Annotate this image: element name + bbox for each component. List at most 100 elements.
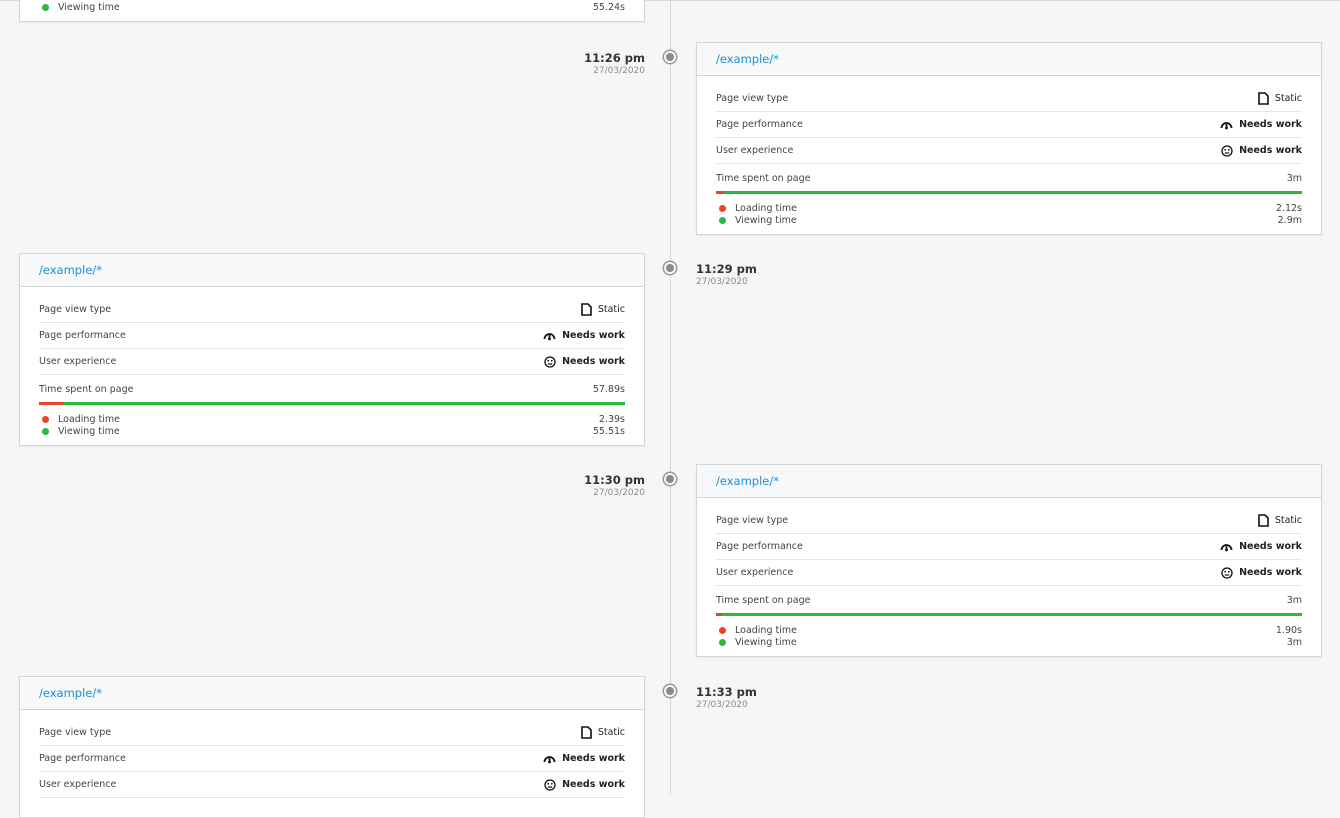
time-spent-value: 57.89s bbox=[592, 384, 625, 395]
viewing-dot-icon bbox=[42, 427, 49, 435]
legend-viewing-time: Viewing time 55.51s bbox=[39, 425, 625, 437]
page-view-type-value: Static bbox=[1274, 515, 1302, 526]
timeline-dot-icon bbox=[664, 685, 676, 697]
timeline-dot-icon bbox=[664, 262, 676, 274]
legend-viewing-time: Viewing time 2.9m bbox=[716, 214, 1302, 226]
pageview-card: /example/* Page view type Static Page pe… bbox=[696, 42, 1322, 235]
legend-viewing-time: Viewing time 3m bbox=[716, 636, 1302, 648]
page-url-link[interactable]: /example/* bbox=[39, 263, 102, 277]
timestamp-date: 27/03/2020 bbox=[593, 66, 645, 76]
document-icon bbox=[581, 303, 592, 316]
row-label: Page view type bbox=[39, 304, 112, 315]
user-experience-row: User experience Needs work bbox=[39, 772, 625, 798]
page-url-link[interactable]: /example/* bbox=[716, 474, 779, 488]
neutral-face-icon bbox=[544, 778, 556, 791]
time-spent-bar bbox=[716, 191, 1302, 194]
time-spent-row: Time spent on page 57.89s bbox=[39, 384, 625, 398]
card-header: /example/* bbox=[697, 43, 1321, 76]
timestamp-time: 11:26 pm bbox=[584, 51, 645, 65]
card-header: /example/* bbox=[697, 465, 1321, 498]
viewing-time-value: 55.24s bbox=[592, 1, 625, 13]
loading-time-value: 2.12s bbox=[1275, 202, 1302, 214]
timestamp-time: 11:30 pm bbox=[584, 473, 645, 487]
viewing-dot-icon bbox=[719, 216, 726, 224]
loading-segment bbox=[716, 191, 724, 194]
pageview-card: /example/* Page view type Static Page pe… bbox=[19, 253, 645, 446]
legend-label: Viewing time bbox=[735, 636, 797, 648]
timestamp: 11:33 pm 27/03/2020 bbox=[696, 685, 757, 712]
timestamp: 11:26 pm 27/03/2020 bbox=[584, 51, 645, 78]
loading-segment bbox=[716, 613, 723, 616]
page-view-type-value: Static bbox=[597, 727, 625, 738]
loading-time-value: 1.90s bbox=[1275, 624, 1302, 636]
timeline-axis bbox=[670, 0, 671, 795]
row-label: Page view type bbox=[716, 515, 789, 526]
timestamp: 11:30 pm 27/03/2020 bbox=[584, 473, 645, 500]
viewing-time-value: 55.51s bbox=[592, 425, 625, 437]
time-spent-row: Time spent on page 3m bbox=[716, 173, 1302, 187]
timeline-dot-icon bbox=[664, 473, 676, 485]
page-url-link[interactable]: /example/* bbox=[39, 686, 102, 700]
time-spent-bar bbox=[39, 402, 625, 405]
legend-label: Viewing time bbox=[58, 425, 120, 437]
viewing-dot-icon bbox=[42, 3, 49, 11]
loading-segment bbox=[39, 402, 64, 405]
legend-loading-time: Loading time 2.12s bbox=[716, 202, 1302, 214]
document-icon bbox=[1258, 92, 1269, 105]
page-view-type-row: Page view type Static bbox=[716, 86, 1302, 112]
page-performance-value: Needs work bbox=[562, 753, 625, 764]
row-label: Time spent on page bbox=[716, 595, 811, 606]
row-label: User experience bbox=[716, 145, 794, 156]
page-performance-row: Page performance Needs work bbox=[39, 746, 625, 772]
legend-viewing-time: Viewing time 55.24s bbox=[39, 1, 625, 13]
speedometer-icon bbox=[543, 756, 556, 764]
user-experience-value: Needs work bbox=[1239, 567, 1302, 578]
timestamp-time: 11:29 pm bbox=[696, 262, 757, 276]
timestamp-date: 27/03/2020 bbox=[593, 488, 645, 498]
loading-dot-icon bbox=[719, 204, 726, 212]
card-header: /example/* bbox=[20, 254, 644, 287]
neutral-face-icon bbox=[544, 355, 556, 368]
row-label: Page view type bbox=[39, 727, 112, 738]
card-header: /example/* bbox=[20, 677, 644, 710]
page-view-type-row: Page view type Static bbox=[39, 720, 625, 746]
row-label: Time spent on page bbox=[39, 384, 134, 395]
neutral-face-icon bbox=[1221, 144, 1233, 157]
row-label: Page view type bbox=[716, 93, 789, 104]
loading-time-value: 2.39s bbox=[598, 413, 625, 425]
legend-label: Loading time bbox=[735, 202, 797, 214]
row-label: Page performance bbox=[716, 541, 803, 552]
pageview-card: /example/* Page view type Static Page pe… bbox=[696, 464, 1322, 657]
viewing-dot-icon bbox=[719, 638, 726, 646]
page-view-type-row: Page view type Static bbox=[716, 508, 1302, 534]
loading-dot-icon bbox=[42, 415, 49, 423]
page-performance-row: Page performance Needs work bbox=[39, 323, 625, 349]
row-label: Page performance bbox=[39, 753, 126, 764]
viewing-time-value: 3m bbox=[1286, 636, 1302, 648]
timestamp: 11:29 pm 27/03/2020 bbox=[696, 262, 757, 289]
legend-label: Viewing time bbox=[58, 1, 120, 13]
speedometer-icon bbox=[1220, 544, 1233, 552]
pageview-card: Viewing time 55.24s bbox=[19, 0, 645, 22]
row-label: Page performance bbox=[716, 119, 803, 130]
timestamp-date: 27/03/2020 bbox=[696, 700, 748, 710]
page-performance-row: Page performance Needs work bbox=[716, 112, 1302, 138]
timeline-dot-icon bbox=[664, 51, 676, 63]
neutral-face-icon bbox=[1221, 566, 1233, 579]
page-view-type-row: Page view type Static bbox=[39, 297, 625, 323]
page-performance-value: Needs work bbox=[1239, 119, 1302, 130]
user-experience-value: Needs work bbox=[562, 779, 625, 790]
page-performance-row: Page performance Needs work bbox=[716, 534, 1302, 560]
row-label: Time spent on page bbox=[716, 173, 811, 184]
legend-label: Loading time bbox=[58, 413, 120, 425]
row-label: User experience bbox=[716, 567, 794, 578]
user-experience-value: Needs work bbox=[562, 356, 625, 367]
page-url-link[interactable]: /example/* bbox=[716, 52, 779, 66]
viewing-time-value: 2.9m bbox=[1277, 214, 1302, 226]
pageview-card: /example/* Page view type Static Page pe… bbox=[19, 676, 645, 818]
row-label: Page performance bbox=[39, 330, 126, 341]
page-performance-value: Needs work bbox=[562, 330, 625, 341]
legend-loading-time: Loading time 1.90s bbox=[716, 624, 1302, 636]
user-experience-row: User experience Needs work bbox=[716, 138, 1302, 164]
timestamp-time: 11:33 pm bbox=[696, 685, 757, 699]
